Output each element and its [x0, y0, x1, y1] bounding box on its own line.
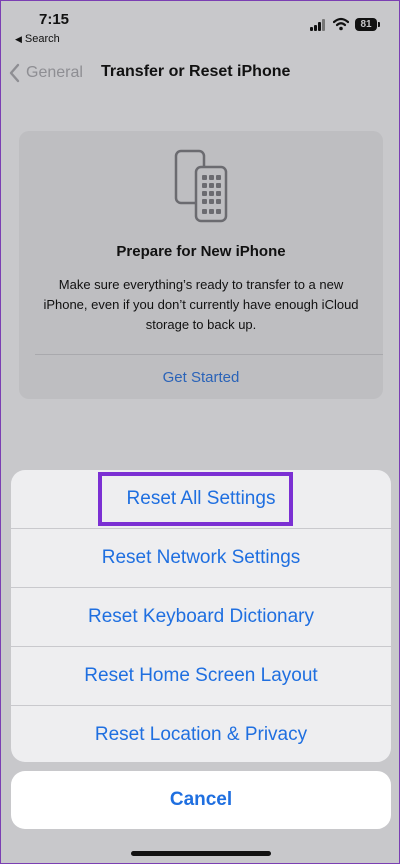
back-triangle-icon: ◀ — [15, 34, 22, 44]
battery-cap — [378, 22, 380, 27]
status-time: 7:15 — [39, 11, 70, 28]
chevron-left-icon — [9, 63, 20, 83]
nav-back-button[interactable]: General — [9, 61, 83, 85]
card-divider — [35, 354, 383, 355]
status-bar: 7:15 ◀ Search 81 — [1, 1, 400, 51]
reset-network-settings-button[interactable]: Reset Network Settings — [11, 529, 391, 587]
reset-home-screen-layout-button[interactable]: Reset Home Screen Layout — [11, 647, 391, 705]
reset-location-privacy-button[interactable]: Reset Location & Privacy — [11, 706, 391, 762]
page-title: Transfer or Reset iPhone — [101, 63, 291, 80]
card-description: Make sure everything’s ready to transfer… — [43, 277, 359, 332]
back-app-label: Search — [24, 33, 60, 45]
highlight-box — [98, 472, 293, 526]
reset-keyboard-dictionary-button[interactable]: Reset Keyboard Dictionary — [11, 588, 391, 646]
action-sheet: Reset All Settings Reset Network Setting… — [11, 470, 391, 762]
nav-back-label: General — [26, 64, 83, 81]
battery-icon: 81 — [355, 18, 377, 31]
get-started-link[interactable]: Get Started — [19, 369, 383, 386]
home-indicator[interactable] — [131, 851, 271, 856]
signal-icon — [310, 19, 328, 31]
phones-transfer-icon — [174, 149, 228, 223]
card-title: Prepare for New iPhone — [116, 243, 286, 260]
wifi-icon — [333, 17, 349, 31]
cancel-button[interactable]: Cancel — [11, 771, 391, 829]
back-to-search-link[interactable]: ◀ Search — [15, 33, 60, 45]
navigation-bar: General Transfer or Reset iPhone — [1, 53, 400, 93]
screen-frame: 7:15 ◀ Search 81 General Transfer or Rese… — [0, 0, 400, 864]
prepare-card: Prepare for New iPhone Make sure everyth… — [19, 131, 383, 399]
